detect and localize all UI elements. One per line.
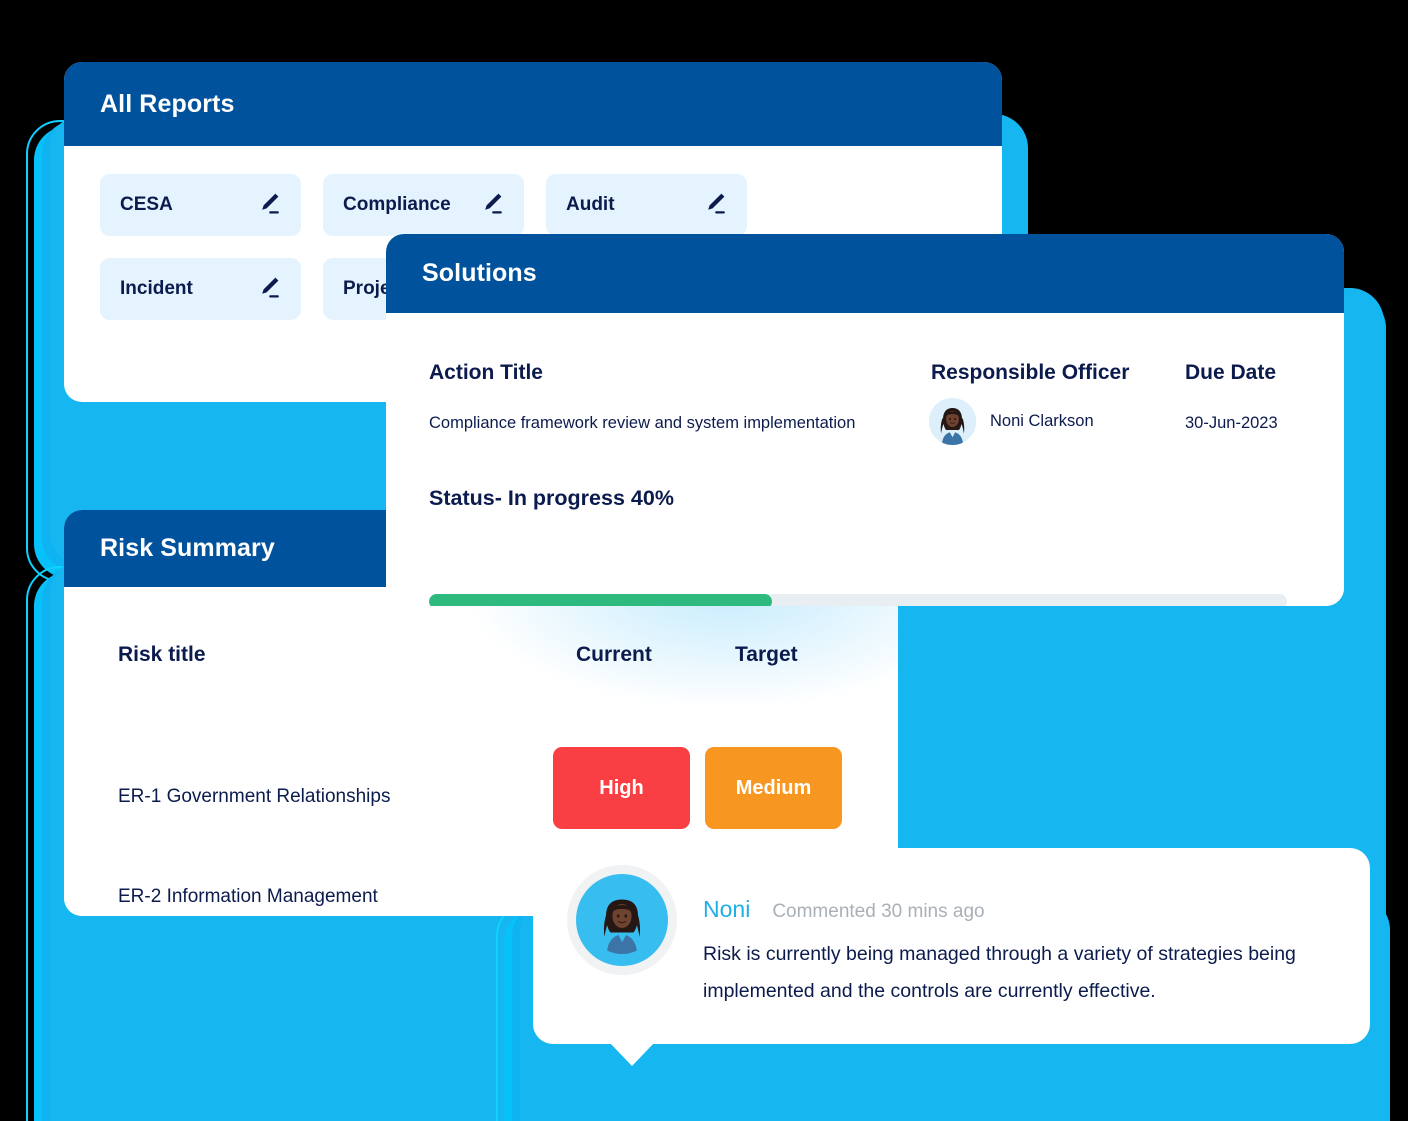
solutions-column-header-due-date: Due Date (1185, 361, 1277, 384)
pencil-edit-icon[interactable] (255, 273, 283, 306)
table-row: ER-1 Government Relationships (118, 786, 391, 807)
avatar (929, 398, 976, 445)
report-tile-label: Incident (120, 278, 193, 299)
risk-summary-title: Risk Summary (100, 534, 275, 562)
report-tile-audit[interactable]: Audit (546, 174, 747, 236)
report-tile-incident[interactable]: Incident (100, 258, 301, 320)
status-badge-current-row1: High (553, 747, 690, 829)
report-tile-compliance[interactable]: Compliance (323, 174, 524, 236)
status-badge-target-row1: Medium (705, 747, 842, 829)
progress-bar-fill (429, 594, 773, 606)
all-reports-card-header: All Reports (64, 62, 1002, 146)
risk-column-header-title: Risk title (118, 643, 206, 666)
report-tile-cesa[interactable]: CESA (100, 174, 301, 236)
solutions-officer-cell: Noni Clarkson (929, 398, 1094, 445)
risk-column-header-current: Current (576, 643, 652, 666)
solutions-officer-name: Noni Clarkson (990, 412, 1094, 430)
avatar-photo (588, 886, 656, 954)
solutions-column-header-action-title: Action Title (429, 361, 543, 384)
solutions-card-body: Action Title Responsible Officer Due Dat… (386, 313, 1344, 606)
progress-bar-track (429, 594, 1287, 606)
solutions-title: Solutions (422, 259, 537, 287)
solutions-card: Solutions Action Title Responsible Offic… (386, 234, 1344, 606)
risk-column-header-target: Target (735, 643, 798, 666)
solutions-card-header: Solutions (386, 234, 1344, 313)
report-tile-label: CESA (120, 194, 173, 215)
pencil-edit-icon[interactable] (701, 189, 729, 222)
comment-author[interactable]: Noni (703, 896, 750, 923)
comment-card: Noni Commented 30 mins ago Risk is curre… (533, 848, 1370, 1066)
solutions-due-date-value: 30-Jun-2023 (1185, 414, 1278, 432)
solutions-action-title-value: Compliance framework review and system i… (429, 414, 856, 432)
solutions-status-label: Status- In progress 40% (429, 486, 674, 510)
comment-bubble-tail (610, 1043, 654, 1066)
screenshot-stage: All Reports CESA Compliance Audit Incide… (0, 0, 1408, 1121)
comment-body-text: Risk is currently being managed through … (703, 943, 1296, 1002)
avatar (567, 865, 677, 975)
pencil-edit-icon[interactable] (478, 189, 506, 222)
all-reports-title: All Reports (100, 89, 235, 118)
pencil-edit-icon[interactable] (255, 189, 283, 222)
comment-header: Noni Commented 30 mins ago (703, 896, 985, 923)
report-tile-label: Compliance (343, 194, 451, 215)
table-row: ER-2 Information Management (118, 886, 378, 907)
avatar-cyan-ring (576, 874, 668, 966)
report-tile-label: Audit (566, 194, 615, 215)
solutions-column-header-officer: Responsible Officer (931, 361, 1130, 384)
comment-timestamp: Commented 30 mins ago (772, 901, 985, 922)
